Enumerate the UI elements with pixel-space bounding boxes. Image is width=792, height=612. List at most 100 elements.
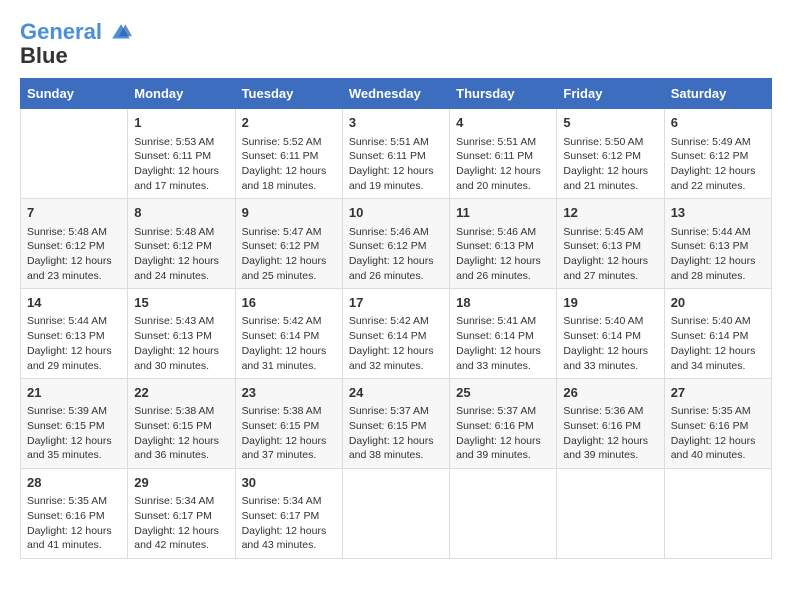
calendar-cell: 16 Sunrise: 5:42 AM Sunset: 6:14 PM Dayli… [235,289,342,379]
day-info: Sunrise: 5:53 AM Sunset: 6:11 PM Dayligh… [134,135,228,194]
calendar-cell: 4Sunrise: 5:51 AM Sunset: 6:11 PM Daylig… [450,109,557,199]
calendar-cell: 1 Sunrise: 5:53 AM Sunset: 6:11 PM Daylig… [128,109,235,199]
calendar-cell: 25Sunrise: 5:37 AM Sunset: 6:16 PM Dayli… [450,379,557,469]
calendar-cell: 26 Sunrise: 5:36 AM Sunset: 6:16 PM Dayli… [557,379,664,469]
day-info: Sunrise: 5:51 AM Sunset: 6:11 PM Dayligh… [456,135,550,194]
calendar-week-row: 14 Sunrise: 5:44 AM Sunset: 6:13 PM Dayli… [21,289,772,379]
day-info: Sunrise: 5:50 AM Sunset: 6:12 PM Dayligh… [563,135,657,194]
calendar-cell: 9 Sunrise: 5:47 AM Sunset: 6:12 PM Daylig… [235,199,342,289]
calendar-cell: 21 Sunrise: 5:39 AM Sunset: 6:15 PM Dayli… [21,379,128,469]
calendar-cell: 3 Sunrise: 5:51 AM Sunset: 6:11 PM Daylig… [342,109,449,199]
logo-line2: Blue [20,44,132,68]
day-number: 26 [563,384,657,402]
calendar-week-row: 28Sunrise: 5:35 AM Sunset: 6:16 PM Dayli… [21,469,772,559]
column-header-sunday: Sunday [21,79,128,109]
day-number: 19 [563,294,657,312]
calendar-cell [557,469,664,559]
day-number: 14 [27,294,121,312]
logo: General Blue [20,20,132,68]
day-info: Sunrise: 5:35 AM Sunset: 6:16 PM Dayligh… [671,404,765,463]
day-info: Sunrise: 5:40 AM Sunset: 6:14 PM Dayligh… [563,314,657,373]
day-number: 11 [456,204,550,222]
day-number: 22 [134,384,228,402]
calendar-table: SundayMondayTuesdayWednesdayThursdayFrid… [20,78,772,559]
calendar-cell: 28Sunrise: 5:35 AM Sunset: 6:16 PM Dayli… [21,469,128,559]
calendar-cell: 22 Sunrise: 5:38 AM Sunset: 6:15 PM Dayli… [128,379,235,469]
logo-icon [110,22,132,44]
day-info: Sunrise: 5:42 AM Sunset: 6:14 PM Dayligh… [349,314,443,373]
calendar-cell [664,469,771,559]
day-info: Sunrise: 5:44 AM Sunset: 6:13 PM Dayligh… [27,314,121,373]
day-info: Sunrise: 5:37 AM Sunset: 6:15 PM Dayligh… [349,404,443,463]
day-number: 1 [134,114,228,132]
day-number: 16 [242,294,336,312]
day-info: Sunrise: 5:36 AM Sunset: 6:16 PM Dayligh… [563,404,657,463]
day-number: 21 [27,384,121,402]
column-header-tuesday: Tuesday [235,79,342,109]
day-number: 8 [134,204,228,222]
day-number: 25 [456,384,550,402]
day-number: 24 [349,384,443,402]
day-info: Sunrise: 5:45 AM Sunset: 6:13 PM Dayligh… [563,225,657,284]
column-header-saturday: Saturday [664,79,771,109]
day-info: Sunrise: 5:43 AM Sunset: 6:13 PM Dayligh… [134,314,228,373]
calendar-cell: 13 Sunrise: 5:44 AM Sunset: 6:13 PM Dayli… [664,199,771,289]
column-header-friday: Friday [557,79,664,109]
day-info: Sunrise: 5:38 AM Sunset: 6:15 PM Dayligh… [134,404,228,463]
calendar-week-row: 21 Sunrise: 5:39 AM Sunset: 6:15 PM Dayli… [21,379,772,469]
calendar-cell: 19 Sunrise: 5:40 AM Sunset: 6:14 PM Dayli… [557,289,664,379]
calendar-week-row: 7 Sunrise: 5:48 AM Sunset: 6:12 PM Daylig… [21,199,772,289]
calendar-cell: 7 Sunrise: 5:48 AM Sunset: 6:12 PM Daylig… [21,199,128,289]
day-number: 18 [456,294,550,312]
day-info: Sunrise: 5:47 AM Sunset: 6:12 PM Dayligh… [242,225,336,284]
page-header: General Blue [20,20,772,68]
day-info: Sunrise: 5:48 AM Sunset: 6:12 PM Dayligh… [134,225,228,284]
calendar-cell [342,469,449,559]
calendar-cell: 15 Sunrise: 5:43 AM Sunset: 6:13 PM Dayli… [128,289,235,379]
day-number: 5 [563,114,657,132]
calendar-cell: 18 Sunrise: 5:41 AM Sunset: 6:14 PM Dayli… [450,289,557,379]
day-info: Sunrise: 5:51 AM Sunset: 6:11 PM Dayligh… [349,135,443,194]
day-number: 10 [349,204,443,222]
day-info: Sunrise: 5:44 AM Sunset: 6:13 PM Dayligh… [671,225,765,284]
calendar-cell: 27 Sunrise: 5:35 AM Sunset: 6:16 PM Dayli… [664,379,771,469]
day-info: Sunrise: 5:39 AM Sunset: 6:15 PM Dayligh… [27,404,121,463]
calendar-cell: 30 Sunrise: 5:34 AM Sunset: 6:17 PM Dayli… [235,469,342,559]
calendar-header-row: SundayMondayTuesdayWednesdayThursdayFrid… [21,79,772,109]
calendar-cell: 2 Sunrise: 5:52 AM Sunset: 6:11 PM Daylig… [235,109,342,199]
column-header-wednesday: Wednesday [342,79,449,109]
day-info: Sunrise: 5:41 AM Sunset: 6:14 PM Dayligh… [456,314,550,373]
calendar-cell: 5 Sunrise: 5:50 AM Sunset: 6:12 PM Daylig… [557,109,664,199]
day-info: Sunrise: 5:46 AM Sunset: 6:12 PM Dayligh… [349,225,443,284]
day-number: 9 [242,204,336,222]
day-number: 30 [242,474,336,492]
calendar-cell: 20Sunrise: 5:40 AM Sunset: 6:14 PM Dayli… [664,289,771,379]
calendar-cell: 23Sunrise: 5:38 AM Sunset: 6:15 PM Dayli… [235,379,342,469]
calendar-cell [21,109,128,199]
day-number: 23 [242,384,336,402]
day-number: 17 [349,294,443,312]
day-number: 12 [563,204,657,222]
calendar-cell: 11Sunrise: 5:46 AM Sunset: 6:13 PM Dayli… [450,199,557,289]
column-header-thursday: Thursday [450,79,557,109]
calendar-cell [450,469,557,559]
day-number: 3 [349,114,443,132]
day-info: Sunrise: 5:34 AM Sunset: 6:17 PM Dayligh… [242,494,336,553]
day-number: 6 [671,114,765,132]
calendar-cell: 10 Sunrise: 5:46 AM Sunset: 6:12 PM Dayli… [342,199,449,289]
day-info: Sunrise: 5:48 AM Sunset: 6:12 PM Dayligh… [27,225,121,284]
calendar-cell: 6Sunrise: 5:49 AM Sunset: 6:12 PM Daylig… [664,109,771,199]
day-number: 2 [242,114,336,132]
day-info: Sunrise: 5:40 AM Sunset: 6:14 PM Dayligh… [671,314,765,373]
day-number: 27 [671,384,765,402]
calendar-week-row: 1 Sunrise: 5:53 AM Sunset: 6:11 PM Daylig… [21,109,772,199]
day-number: 7 [27,204,121,222]
calendar-cell: 14 Sunrise: 5:44 AM Sunset: 6:13 PM Dayli… [21,289,128,379]
day-number: 13 [671,204,765,222]
day-info: Sunrise: 5:52 AM Sunset: 6:11 PM Dayligh… [242,135,336,194]
day-info: Sunrise: 5:34 AM Sunset: 6:17 PM Dayligh… [134,494,228,553]
calendar-cell: 12 Sunrise: 5:45 AM Sunset: 6:13 PM Dayli… [557,199,664,289]
logo-line1: General [20,19,102,44]
day-number: 15 [134,294,228,312]
day-info: Sunrise: 5:42 AM Sunset: 6:14 PM Dayligh… [242,314,336,373]
